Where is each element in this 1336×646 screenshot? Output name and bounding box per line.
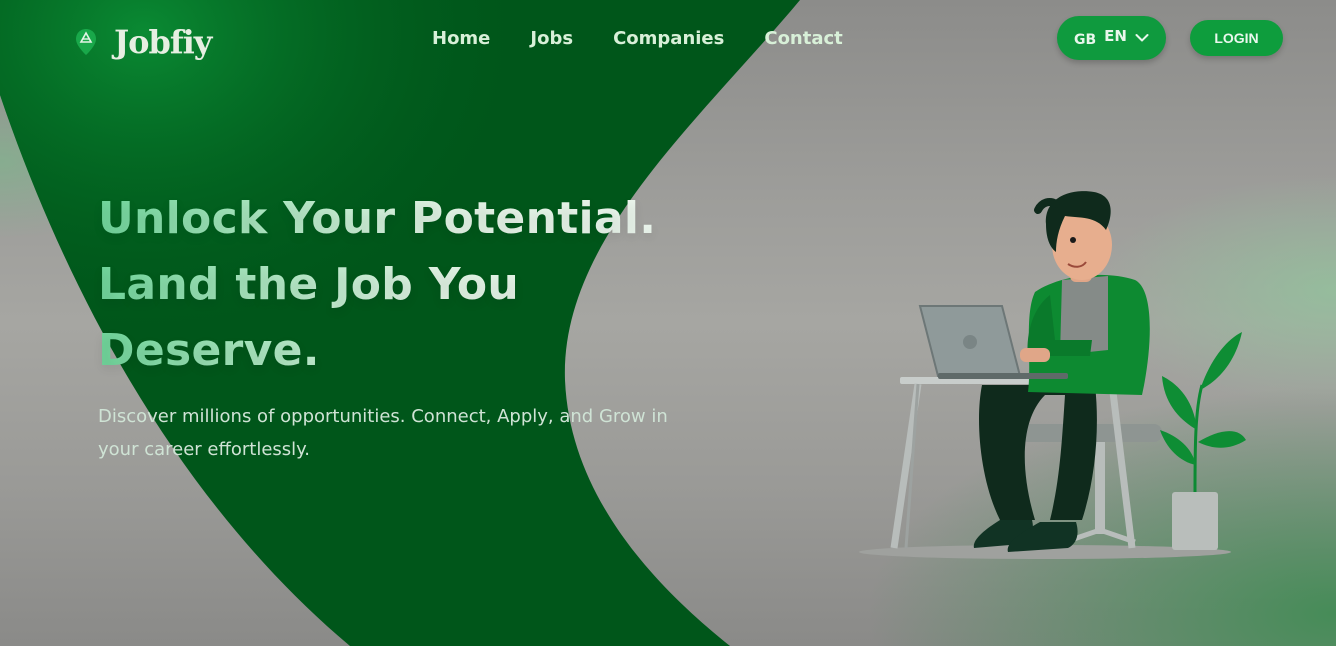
- map-pin-icon: [76, 29, 96, 55]
- language-selector[interactable]: GB EN: [1057, 16, 1166, 60]
- hero-title-line: Unlock Your Potential.: [98, 193, 657, 244]
- flag-label: GB: [1074, 32, 1097, 48]
- hero-title-line: Land the Job You: [98, 259, 519, 310]
- chevron-down-icon: [1135, 34, 1149, 42]
- nav-link-companies[interactable]: Companies: [613, 28, 724, 49]
- hero-subtitle: Discover millions of opportunities. Conn…: [98, 406, 668, 460]
- language-code: EN: [1104, 27, 1127, 45]
- person-at-laptop-illustration: [859, 191, 1246, 559]
- hero-title-line: Deserve.: [98, 325, 320, 376]
- nav-link-contact[interactable]: Contact: [764, 28, 842, 49]
- main-nav: Home Jobs Companies Contact: [432, 24, 843, 52]
- brand-name: Jobfiy: [114, 23, 212, 61]
- brand-logo[interactable]: Jobfiy: [72, 22, 212, 62]
- nav-link-jobs[interactable]: Jobs: [530, 28, 573, 49]
- login-button[interactable]: LOGIN: [1190, 20, 1283, 56]
- hero-title: Unlock Your Potential. Land the Job You …: [98, 186, 718, 384]
- nav-link-home[interactable]: Home: [432, 28, 490, 49]
